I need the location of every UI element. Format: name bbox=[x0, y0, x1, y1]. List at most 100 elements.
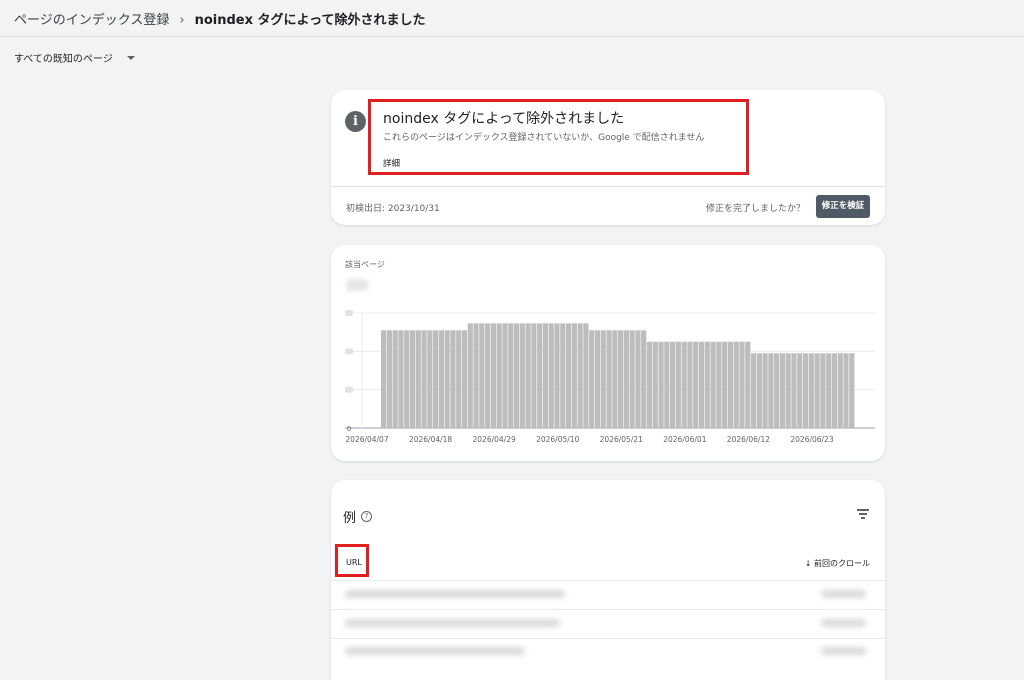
chart-bar bbox=[490, 323, 497, 428]
chart-bar bbox=[670, 341, 676, 428]
top-bar: ページのインデックス登録 › noindex タグによって除外されました bbox=[0, 0, 1024, 37]
chart-bar bbox=[641, 330, 647, 428]
chart-bar bbox=[386, 330, 392, 428]
chart-bar bbox=[537, 323, 543, 428]
filter-list-icon[interactable] bbox=[857, 509, 869, 519]
chart-bar bbox=[750, 353, 757, 428]
chart-bar bbox=[513, 323, 520, 428]
chart-bar bbox=[687, 341, 693, 428]
x-tick-label: 2026/06/12 bbox=[727, 435, 770, 444]
chart-bar bbox=[762, 353, 768, 428]
page-filter-label: すべての既知のページ bbox=[14, 54, 113, 65]
chart-bar bbox=[698, 341, 705, 428]
chart-bar bbox=[768, 353, 774, 428]
chart-bar bbox=[381, 330, 387, 428]
chart-bar bbox=[733, 341, 739, 428]
chart-bar bbox=[681, 341, 687, 428]
chart-bar bbox=[675, 341, 681, 428]
chart-bar bbox=[508, 323, 514, 428]
chart-bar bbox=[485, 323, 491, 428]
chart-bar bbox=[826, 353, 832, 428]
bar-chart: 0 2026/04/07 2026/04/18 2026/04/29 2026/05/1… bbox=[345, 310, 875, 444]
blurred-y-tick bbox=[345, 386, 353, 393]
examples-title: 例 bbox=[343, 511, 357, 526]
fix-question: 修正を完了しましたか？ bbox=[706, 204, 806, 214]
blurred-url[interactable] bbox=[345, 590, 565, 598]
chart-bar bbox=[577, 323, 583, 428]
chart-bar bbox=[392, 330, 398, 428]
chart-bar bbox=[831, 353, 838, 428]
chart-bar bbox=[525, 323, 531, 428]
chart-bar bbox=[843, 353, 849, 428]
chart-bar bbox=[716, 341, 722, 428]
chart-bar bbox=[739, 341, 745, 428]
chart-bar bbox=[450, 330, 456, 428]
blurred-date bbox=[821, 590, 866, 598]
breadcrumb-separator-icon: › bbox=[179, 13, 185, 28]
chart-bar bbox=[479, 323, 485, 428]
chart-bar bbox=[774, 353, 780, 428]
chart-bar bbox=[646, 341, 653, 428]
chart-bar bbox=[456, 330, 462, 428]
chart-bar bbox=[797, 353, 803, 428]
chart-bar bbox=[779, 353, 786, 428]
chart-bar bbox=[583, 323, 589, 428]
chart-bar bbox=[461, 330, 468, 428]
chart-bar bbox=[565, 323, 572, 428]
chart-bar bbox=[531, 323, 537, 428]
first-detected-date: 初検出日: 2023/10/31 bbox=[346, 204, 440, 214]
chart-bar bbox=[542, 323, 549, 428]
highlight-box-issue bbox=[368, 99, 749, 175]
chart-bar bbox=[594, 330, 601, 428]
breadcrumb-parent-link[interactable]: ページのインデックス登録 bbox=[14, 13, 169, 28]
chart-bar bbox=[658, 341, 664, 428]
chart-bar bbox=[820, 353, 826, 428]
page-filter-dropdown[interactable]: すべての既知のページ bbox=[14, 50, 135, 65]
validate-fix-button[interactable]: 修正を検証 bbox=[816, 195, 870, 218]
chart-bar bbox=[612, 330, 618, 428]
x-tick-label: 2026/06/23 bbox=[790, 435, 833, 444]
chart-bar bbox=[814, 353, 820, 428]
examples-card: 例 ? URL ↓ 前回のクロール bbox=[331, 480, 885, 680]
chart-bar bbox=[785, 353, 791, 428]
blurred-url[interactable] bbox=[345, 647, 525, 655]
chart-bar bbox=[808, 353, 814, 428]
chart-bar bbox=[467, 323, 473, 428]
chart-bar bbox=[502, 323, 508, 428]
x-tick-label: 2026/04/07 bbox=[345, 435, 388, 444]
chart-bar bbox=[629, 330, 635, 428]
arrow-down-icon: ↓ bbox=[804, 559, 812, 568]
chart-bar bbox=[606, 330, 612, 428]
blurred-url[interactable] bbox=[345, 619, 560, 627]
help-circle-icon[interactable]: ? bbox=[361, 511, 372, 522]
blurred-date bbox=[821, 647, 866, 655]
chart-bar bbox=[618, 330, 624, 428]
chart-bar bbox=[433, 330, 439, 428]
chart-bar bbox=[704, 341, 710, 428]
chart-bar bbox=[427, 330, 433, 428]
blurred-y-tick bbox=[345, 348, 353, 355]
chart-bar bbox=[623, 330, 629, 428]
blurred-y-tick bbox=[345, 310, 353, 316]
chart-card: 該当ページ 0 2026/04/07 2026/04/18 2026/04/29 202… bbox=[331, 245, 885, 461]
chart-bar bbox=[756, 353, 762, 428]
chart-bar bbox=[409, 330, 416, 428]
x-tick-label: 2026/05/10 bbox=[536, 435, 579, 444]
chart-bar bbox=[802, 353, 809, 428]
chart-bar bbox=[652, 341, 658, 428]
chart-bar bbox=[600, 330, 606, 428]
last-crawl-column-header[interactable]: ↓ 前回のクロール bbox=[805, 558, 870, 569]
chart-bar bbox=[404, 330, 410, 428]
chart-bar bbox=[554, 323, 560, 428]
y-tick-label: 0 bbox=[347, 425, 351, 433]
divider bbox=[331, 186, 885, 187]
chart-bar bbox=[438, 330, 444, 428]
row-divider bbox=[331, 580, 885, 581]
chart-bar bbox=[664, 341, 670, 428]
chart-bar bbox=[473, 323, 479, 428]
chart-bar bbox=[560, 323, 566, 428]
x-tick-label: 2026/06/01 bbox=[663, 435, 706, 444]
chart-bar bbox=[421, 330, 427, 428]
chart-bar bbox=[496, 323, 502, 428]
highlight-box-url bbox=[335, 544, 369, 577]
